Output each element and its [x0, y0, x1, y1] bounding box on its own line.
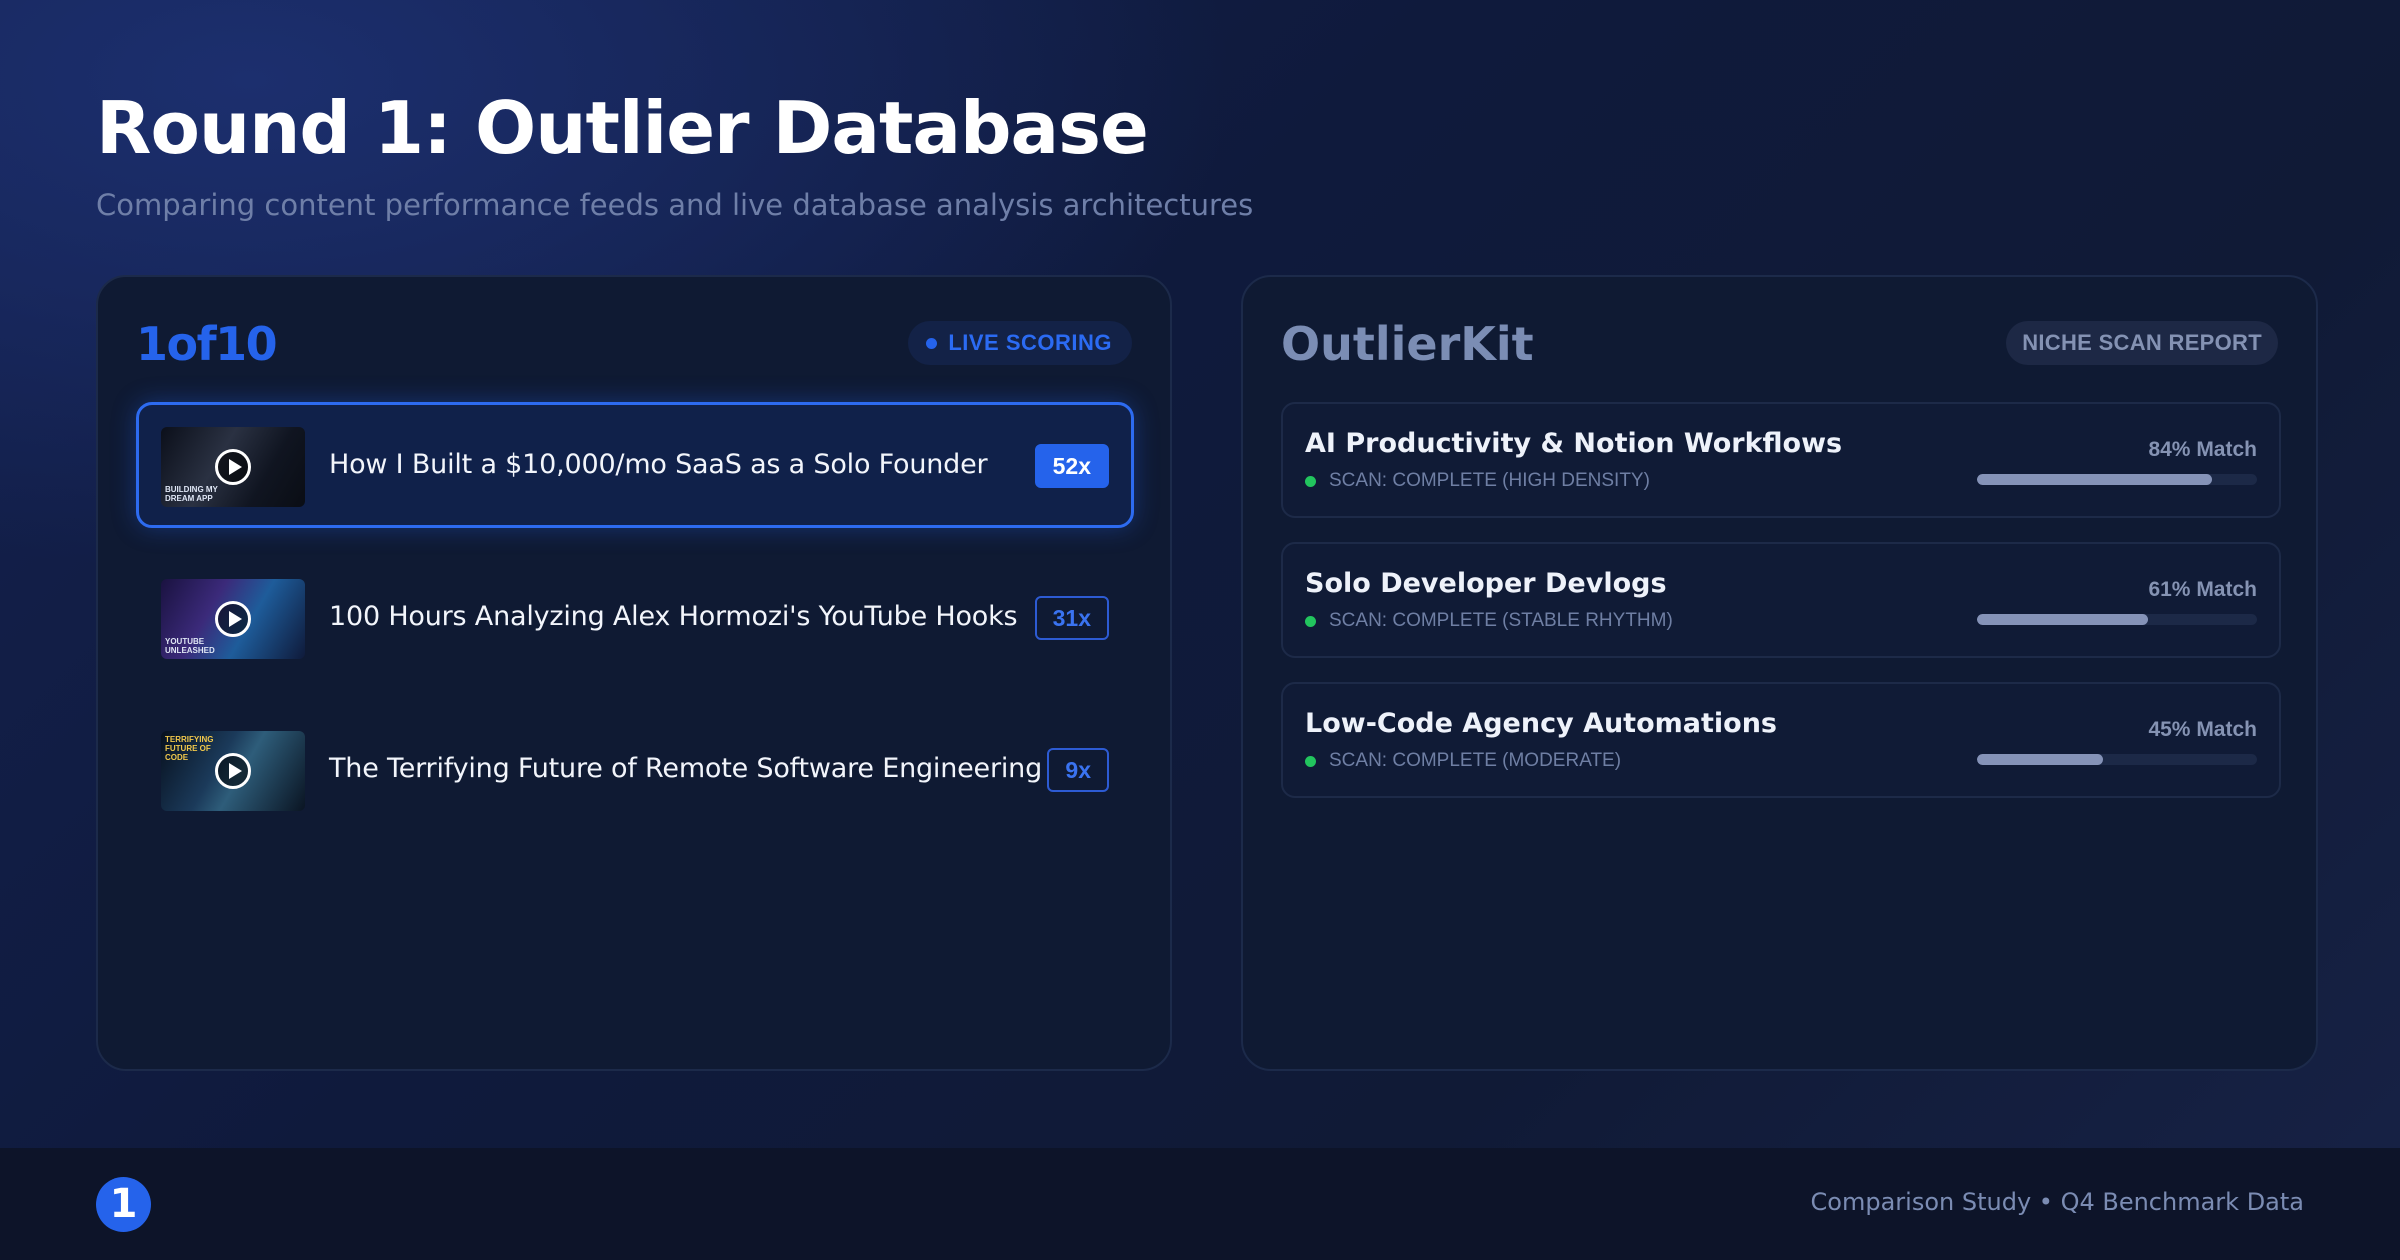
- niche-card-1[interactable]: AI Productivity & Notion Workflows SCAN:…: [1281, 402, 2281, 518]
- video-title[interactable]: 100 Hours Analyzing Alex Hormozi's YouTu…: [329, 557, 1018, 677]
- video-thumbnail[interactable]: YOUTUBE UNLEASHED: [161, 579, 305, 659]
- match-progress-bar: [1977, 754, 2257, 765]
- match-progress-bar: [1977, 474, 2257, 485]
- brand-outlierkit-logo: OutlierKit: [1281, 317, 1534, 371]
- status-dot-icon: [1305, 616, 1316, 627]
- brand-logo-icon: 1: [96, 1177, 151, 1232]
- video-title[interactable]: How I Built a $10,000/mo SaaS as a Solo …: [329, 405, 988, 525]
- status-dot-icon: [1305, 476, 1316, 487]
- match-percentage: 61% Match: [2148, 578, 2257, 601]
- panel-1of10: 1of10 LIVE SCORING BUILDING MY DREAM APP…: [96, 275, 1172, 1071]
- scan-status-label: SCAN: COMPLETE (HIGH DENSITY): [1329, 470, 1650, 491]
- video-item-2[interactable]: YOUTUBE UNLEASHED 100 Hours Analyzing Al…: [136, 554, 1134, 680]
- match-progress-fill: [1977, 474, 2213, 485]
- match-percentage: 45% Match: [2148, 718, 2257, 741]
- page-subtitle: Comparing content performance feeds and …: [96, 188, 1254, 222]
- outlier-score-badge: 52x: [1034, 444, 1109, 488]
- niche-list: AI Productivity & Notion Workflows SCAN:…: [1281, 402, 2281, 822]
- thumbnail-caption: TERRIFYING FUTURE OF CODE: [165, 735, 214, 762]
- thumbnail-caption: YOUTUBE UNLEASHED: [165, 637, 215, 655]
- video-title[interactable]: The Terrifying Future of Remote Software…: [329, 709, 1042, 829]
- niche-name: Solo Developer Devlogs: [1305, 568, 1667, 599]
- niche-scan-report-badge: NICHE SCAN REPORT: [2006, 321, 2278, 365]
- live-dot-icon: [926, 338, 938, 349]
- match-percentage: 84% Match: [2148, 438, 2257, 461]
- video-item-1[interactable]: BUILDING MY DREAM APP How I Built a $10,…: [136, 402, 1134, 528]
- footer-caption: Comparison Study • Q4 Benchmark Data: [1810, 1188, 2304, 1216]
- niche-name: Low-Code Agency Automations: [1305, 708, 1777, 739]
- niche-name: AI Productivity & Notion Workflows: [1305, 428, 1843, 459]
- video-thumbnail[interactable]: BUILDING MY DREAM APP: [161, 427, 305, 507]
- status-dot-icon: [1305, 756, 1316, 767]
- match-progress-fill: [1977, 754, 2103, 765]
- footer-bar: 1 Comparison Study • Q4 Benchmark Data: [0, 1148, 2400, 1260]
- video-thumbnail[interactable]: TERRIFYING FUTURE OF CODE: [161, 731, 305, 811]
- play-icon[interactable]: [215, 753, 251, 789]
- match-progress-bar: [1977, 614, 2257, 625]
- niche-card-2[interactable]: Solo Developer Devlogs SCAN: COMPLETE (S…: [1281, 542, 2281, 658]
- video-item-3[interactable]: TERRIFYING FUTURE OF CODE The Terrifying…: [136, 706, 1134, 832]
- page-title: Round 1: Outlier Database: [96, 86, 1149, 170]
- play-icon[interactable]: [215, 601, 251, 637]
- outlier-score-badge: 9x: [1047, 748, 1109, 792]
- panel-outlierkit: OutlierKit NICHE SCAN REPORT AI Producti…: [1241, 275, 2318, 1071]
- live-scoring-badge: LIVE SCORING: [908, 321, 1132, 365]
- scan-status-label: SCAN: COMPLETE (STABLE RHYTHM): [1329, 610, 1673, 631]
- scan-status: SCAN: COMPLETE (MODERATE): [1305, 750, 1621, 772]
- play-icon[interactable]: [215, 449, 251, 485]
- niche-card-3[interactable]: Low-Code Agency Automations SCAN: COMPLE…: [1281, 682, 2281, 798]
- scan-status-label: SCAN: COMPLETE (MODERATE): [1329, 750, 1622, 771]
- scan-status: SCAN: COMPLETE (STABLE RHYTHM): [1305, 610, 1673, 632]
- video-feed-list: BUILDING MY DREAM APP How I Built a $10,…: [136, 402, 1134, 858]
- outlier-score-badge: 31x: [1034, 596, 1109, 640]
- live-scoring-label: LIVE SCORING: [948, 330, 1112, 355]
- match-progress-fill: [1977, 614, 2148, 625]
- scan-status: SCAN: COMPLETE (HIGH DENSITY): [1305, 470, 1650, 492]
- thumbnail-caption: BUILDING MY DREAM APP: [165, 485, 218, 503]
- brand-1of10-logo: 1of10: [136, 317, 278, 371]
